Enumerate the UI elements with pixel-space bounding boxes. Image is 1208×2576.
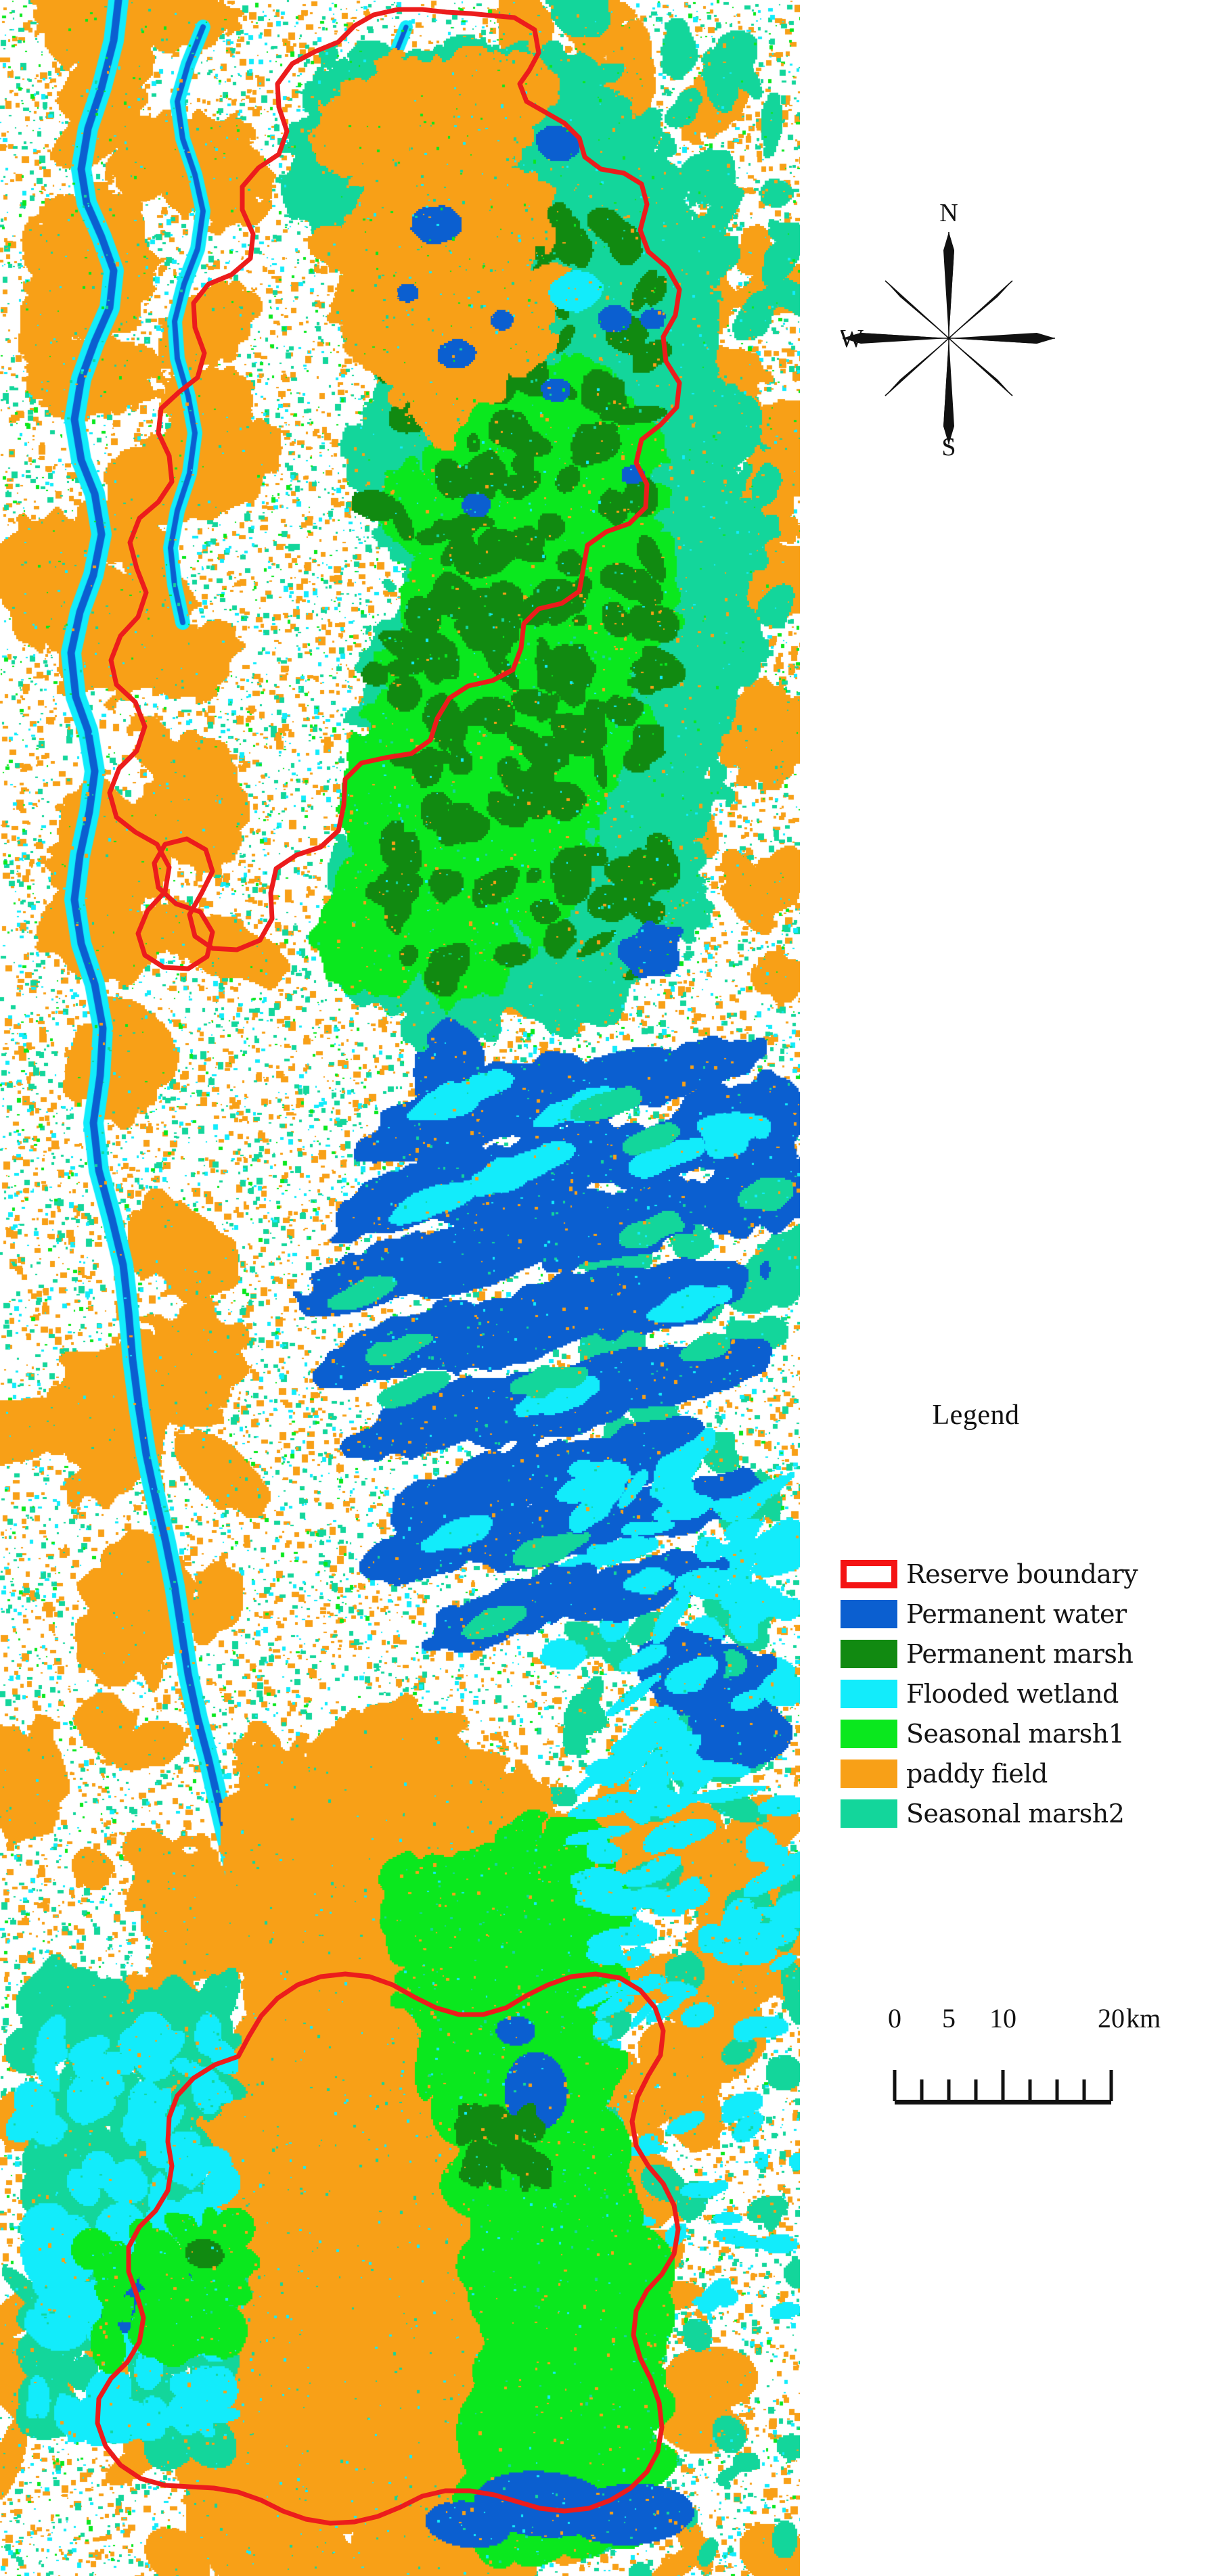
map-side-panel: N S W E Legend Reserve boundary Permanen… (800, 0, 1208, 2576)
legend-swatch-reserve-boundary (841, 1560, 897, 1588)
legend-item-permanent-water[interactable]: Permanent water (841, 1596, 1206, 1632)
map-panel[interactable] (0, 0, 800, 2576)
legend-item-paddy-field[interactable]: paddy field (841, 1755, 1206, 1792)
legend-label-permanent-marsh: Permanent marsh (906, 1639, 1134, 1669)
legend-label-seasonal-marsh2: Seasonal marsh2 (906, 1799, 1125, 1828)
legend-item-seasonal-marsh2[interactable]: Seasonal marsh2 (841, 1795, 1206, 1832)
legend-swatch-permanent-water (841, 1600, 897, 1628)
legend-item-seasonal-marsh1[interactable]: Seasonal marsh1 (841, 1716, 1206, 1752)
scale-label-0: 0 (888, 2003, 901, 2033)
legend-item-flooded-wetland[interactable]: Flooded wetland (841, 1676, 1206, 1712)
figure-root: N S W E Legend Reserve boundary Permanen… (0, 0, 1208, 2576)
legend-swatch-seasonal-marsh2 (841, 1799, 897, 1828)
north-label: N (939, 200, 958, 227)
legend-label-permanent-water: Permanent water (906, 1599, 1127, 1629)
scale-bar-ticks (893, 2070, 1113, 2104)
legend-title: Legend (932, 1400, 1020, 1431)
scale-label-5: 5 (942, 2003, 956, 2033)
scale-label-20: 20 (1098, 2003, 1125, 2033)
south-label: S (941, 433, 956, 457)
landcover-raster[interactable] (0, 0, 800, 2576)
scale-label-unit: km (1126, 2003, 1161, 2033)
legend-swatch-paddy-field (841, 1760, 897, 1788)
legend-item-permanent-marsh[interactable]: Permanent marsh (841, 1636, 1206, 1672)
legend-swatch-seasonal-marsh1 (841, 1720, 897, 1748)
legend-label-reserve-boundary: Reserve boundary (906, 1559, 1138, 1589)
legend-swatch-flooded-wetland (841, 1680, 897, 1708)
scale-bar: 0 5 10 20 km (841, 2002, 1179, 2124)
scale-label-10: 10 (989, 2003, 1016, 2033)
legend-label-flooded-wetland: Flooded wetland (906, 1679, 1119, 1709)
legend-label-seasonal-marsh1: Seasonal marsh1 (906, 1719, 1125, 1749)
compass-rose-icon (843, 232, 1055, 444)
scale-bar-labels: 0 5 10 20 km (841, 2002, 1179, 2040)
legend-swatch-permanent-marsh (841, 1640, 897, 1668)
scale-bar-graphic (893, 2070, 1113, 2104)
legend-label-paddy-field: paddy field (906, 1759, 1048, 1789)
west-label: W (841, 325, 864, 353)
legend-item-reserve-boundary[interactable]: Reserve boundary (841, 1556, 1206, 1592)
legend-list: Reserve boundary Permanent water Permane… (841, 1556, 1206, 1835)
north-arrow: N S W E (841, 200, 1057, 457)
